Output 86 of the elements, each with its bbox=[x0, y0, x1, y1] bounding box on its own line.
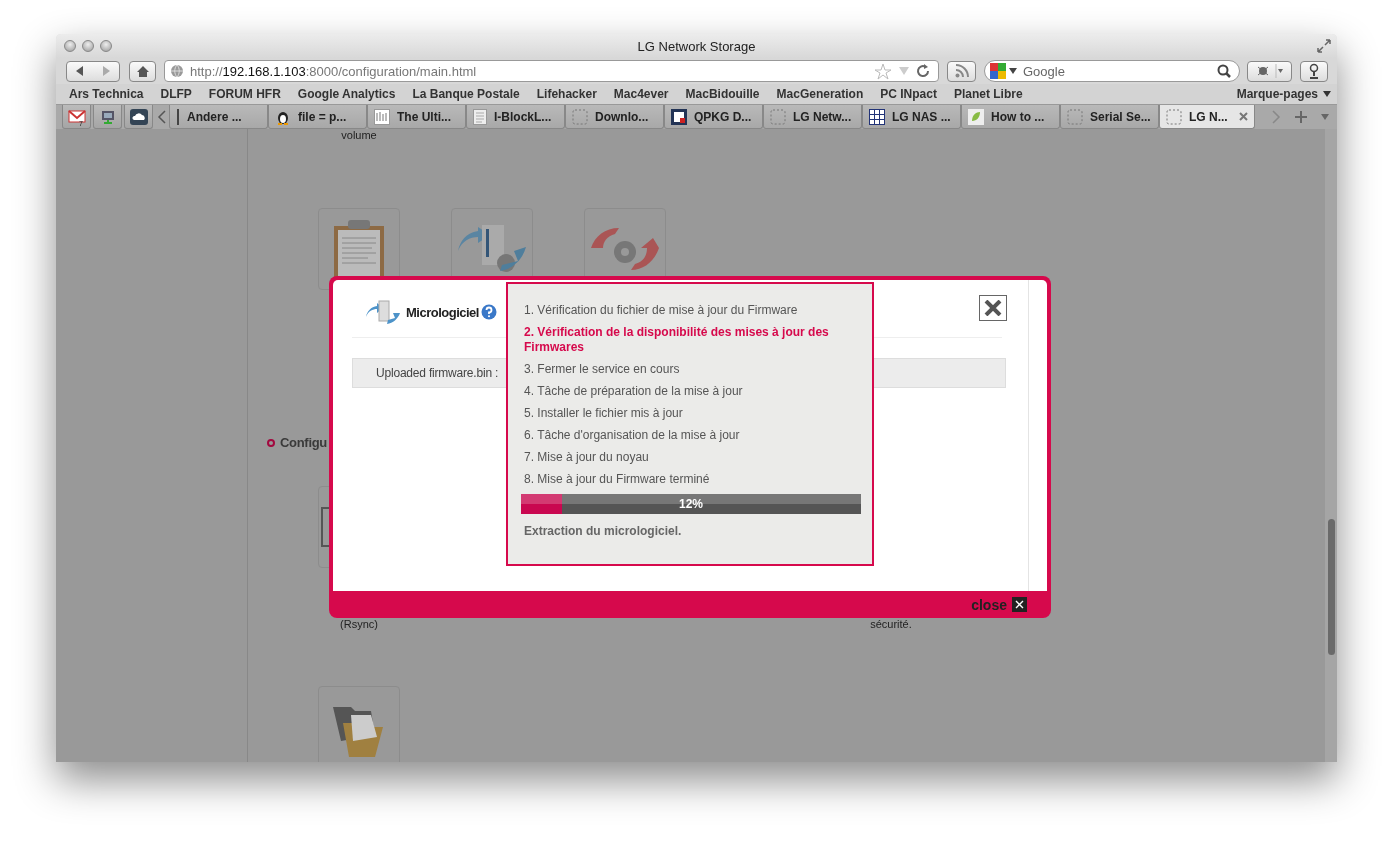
browser-tab[interactable]: file = p... bbox=[268, 105, 367, 129]
browser-tab[interactable]: LG N... bbox=[1159, 105, 1255, 129]
blank-page-icon bbox=[1166, 108, 1182, 125]
bookmark-link[interactable]: Lifehacker bbox=[536, 87, 597, 101]
lamp-icon bbox=[1307, 63, 1321, 79]
rss-icon bbox=[954, 64, 969, 78]
close-icon bbox=[984, 300, 1002, 316]
browser-tab[interactable]: The Ulti... bbox=[367, 105, 466, 129]
document-icon bbox=[473, 108, 487, 125]
step-item: 2. Vérification de la disponibilité des mises à jour des Firmwares bbox=[524, 325, 830, 355]
zoom-window-button[interactable] bbox=[100, 40, 112, 52]
dialog-title: Micrologiciel bbox=[406, 304, 479, 320]
bookmark-link[interactable]: MacGeneration bbox=[776, 87, 864, 101]
search-bar[interactable]: Google bbox=[984, 60, 1240, 82]
home-icon bbox=[135, 64, 150, 78]
browser-tab[interactable]: Serial Se... bbox=[1060, 105, 1159, 129]
bookmark-link[interactable]: Google Analytics bbox=[297, 87, 396, 101]
minimize-window-button[interactable] bbox=[82, 40, 94, 52]
step-item: 7. Mise à jour du noyau bbox=[524, 450, 650, 465]
address-field[interactable]: http://192.168.1.103:8000/configuration/main.html bbox=[164, 60, 939, 82]
search-icon[interactable] bbox=[1217, 64, 1231, 78]
window-title: LG Network Storage bbox=[636, 38, 757, 54]
plugin-button[interactable] bbox=[1300, 60, 1328, 82]
scrollbar-thumb[interactable] bbox=[1328, 519, 1335, 655]
bookmark-link[interactable]: La Banque Postale bbox=[412, 87, 520, 101]
pinned-tab[interactable] bbox=[124, 105, 153, 129]
section-heading: Configu bbox=[280, 435, 327, 450]
grid-icon bbox=[869, 108, 885, 125]
step-item: 4. Tâche de préparation de la mise à jour bbox=[524, 384, 744, 399]
upload-label: Uploaded firmware.bin : bbox=[376, 366, 499, 380]
bookmark-link[interactable]: Mac4ever bbox=[613, 87, 669, 101]
browser-tab[interactable]: Downlo... bbox=[565, 105, 664, 129]
progress-reading: 12% bbox=[679, 497, 703, 511]
tab-list-icon[interactable] bbox=[1321, 114, 1329, 120]
browser-tab[interactable]: How to ... bbox=[961, 105, 1060, 129]
step-item: 3. Fermer le service en cours bbox=[524, 362, 681, 377]
status-text: Extraction du micrologiciel. bbox=[524, 524, 683, 538]
back-forward-buttons[interactable] bbox=[66, 60, 120, 82]
browser-tab[interactable]: Andere ... bbox=[169, 105, 268, 129]
bookmark-link[interactable]: PC INpact bbox=[880, 87, 937, 101]
bullet-icon bbox=[267, 438, 275, 447]
monitor-icon bbox=[99, 108, 116, 125]
square-logo-icon bbox=[671, 108, 687, 125]
close-button[interactable] bbox=[979, 295, 1007, 321]
browser-tab[interactable]: I-BlockL... bbox=[466, 105, 565, 129]
caret-icon bbox=[1323, 91, 1331, 97]
new-tab-icon[interactable] bbox=[1295, 111, 1307, 123]
bookmarks-menu[interactable]: Marque-pages bbox=[1236, 87, 1331, 101]
blank-page-icon bbox=[770, 108, 786, 125]
close-icon bbox=[1012, 597, 1027, 612]
reload-icon[interactable] bbox=[916, 64, 930, 78]
blank-page-icon bbox=[1067, 108, 1083, 125]
step-item: 8. Mise à jour du Firmware terminé bbox=[524, 472, 711, 487]
rss-button[interactable] bbox=[947, 60, 976, 82]
item-label: (Rsync) bbox=[339, 618, 379, 630]
star-icon[interactable] bbox=[874, 62, 892, 80]
fullscreen-icon[interactable] bbox=[1317, 39, 1331, 53]
step-item: 1. Vérification du fichier de mise à jour du Firmware bbox=[524, 303, 799, 318]
home-button[interactable] bbox=[129, 60, 156, 82]
cloud-icon bbox=[129, 108, 148, 125]
step-item: 5. Installer le fichier mis à jour bbox=[524, 406, 684, 421]
extension-button[interactable] bbox=[1247, 60, 1292, 82]
folder-tile[interactable] bbox=[318, 686, 400, 762]
firmware-icon bbox=[365, 299, 401, 325]
item-label: volume bbox=[340, 129, 378, 141]
item-label: sécurité. bbox=[869, 618, 913, 630]
browser-tab[interactable]: LG NAS ... bbox=[862, 105, 961, 129]
bookmark-link[interactable]: Ars Technica bbox=[69, 87, 144, 101]
leaf-icon bbox=[968, 108, 984, 125]
browser-tab[interactable]: LG Netw... bbox=[763, 105, 862, 129]
bookmark-link[interactable]: MacBidouille bbox=[685, 87, 760, 101]
help-icon[interactable] bbox=[480, 304, 497, 320]
back-icon[interactable] bbox=[75, 66, 85, 76]
dropdown-arrow-icon[interactable] bbox=[1009, 68, 1017, 74]
bug-icon bbox=[1255, 64, 1284, 78]
browser-tab[interactable]: QPKG D... bbox=[664, 105, 763, 129]
close-tab-icon[interactable] bbox=[1239, 112, 1248, 121]
blank-page-icon bbox=[572, 108, 588, 125]
bookmark-link[interactable]: DLFP bbox=[160, 87, 192, 101]
thumbnail-icon bbox=[374, 108, 390, 125]
bookmark-link[interactable]: Planet Libre bbox=[953, 87, 1023, 101]
close-window-button[interactable] bbox=[64, 40, 76, 52]
bookmark-link[interactable]: FORUM HFR bbox=[208, 87, 281, 101]
scroll-left-icon[interactable] bbox=[157, 110, 167, 124]
globe-icon bbox=[170, 64, 184, 78]
step-item: 6. Tâche d'organisation de la mise à jour bbox=[524, 428, 741, 443]
